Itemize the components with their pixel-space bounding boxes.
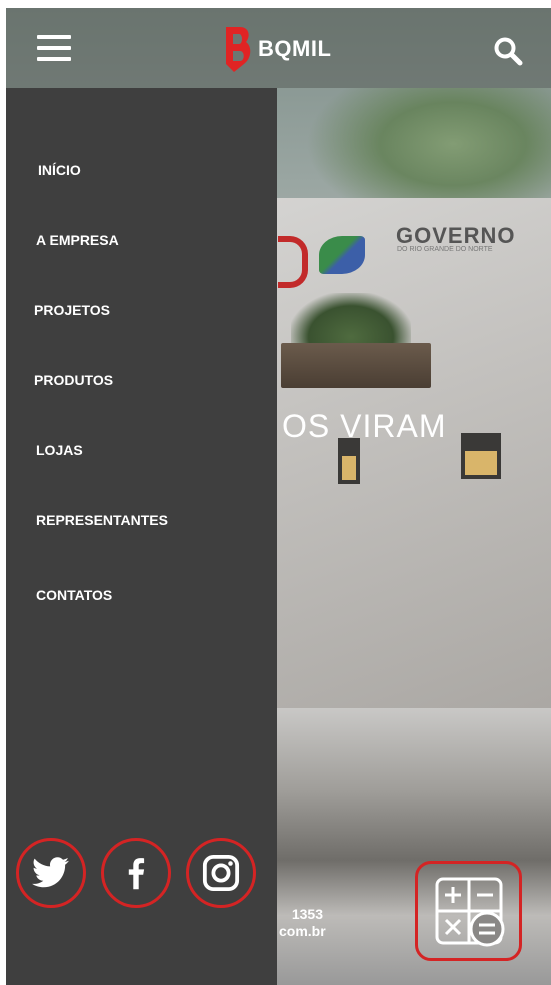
wall-lamp [461, 433, 501, 479]
brand-mark-icon [226, 27, 251, 72]
facebook-icon [128, 858, 145, 890]
hero-headline: OS VIRAM [282, 408, 447, 444]
nav-item-lojas[interactable]: LOJAS [36, 442, 83, 458]
facebook-button[interactable] [101, 838, 171, 908]
planter-plants [291, 293, 411, 348]
instagram-button[interactable] [186, 838, 256, 908]
nav-item-projetos[interactable]: PROJETOS [34, 302, 110, 318]
app-screen: GOVERNO DO RIO GRANDE DO NORTE OS VIRAM … [6, 8, 551, 985]
calculator-button[interactable] [415, 861, 522, 961]
nav-item-contatos[interactable]: CONTATOS [36, 587, 112, 603]
side-drawer: INÍCIO A EMPRESA PROJETOS PRODUTOS LOJAS… [6, 88, 277, 985]
contact-line-1: 1353 [291, 906, 323, 922]
instagram-icon [202, 854, 240, 892]
twitter-icon [32, 857, 69, 888]
contact-line-2: com.br [279, 923, 326, 939]
planter-box [281, 343, 431, 388]
hamburger-menu-icon[interactable] [37, 35, 71, 61]
building-wall [276, 198, 551, 718]
bqmil-wall-logo [278, 236, 308, 288]
footer-contact: 1353 com.br [279, 906, 326, 940]
government-wall-logo [319, 236, 365, 274]
twitter-button[interactable] [16, 838, 86, 908]
nav-item-a-empresa[interactable]: A EMPRESA [36, 232, 119, 248]
search-glyph [494, 37, 523, 66]
nav-item-inicio[interactable]: INÍCIO [38, 162, 81, 178]
top-bar: BQMIL [6, 8, 551, 88]
brand-logo[interactable]: BQMIL [222, 24, 331, 74]
government-sign-subtext: DO RIO GRANDE DO NORTE [397, 246, 493, 253]
calculator-icon [435, 877, 504, 947]
search-icon[interactable] [493, 36, 523, 66]
brand-name: BQMIL [258, 36, 332, 61]
nav-item-produtos[interactable]: PRODUTOS [34, 372, 113, 388]
nav-item-representantes[interactable]: REPRESENTANTES [36, 512, 168, 528]
